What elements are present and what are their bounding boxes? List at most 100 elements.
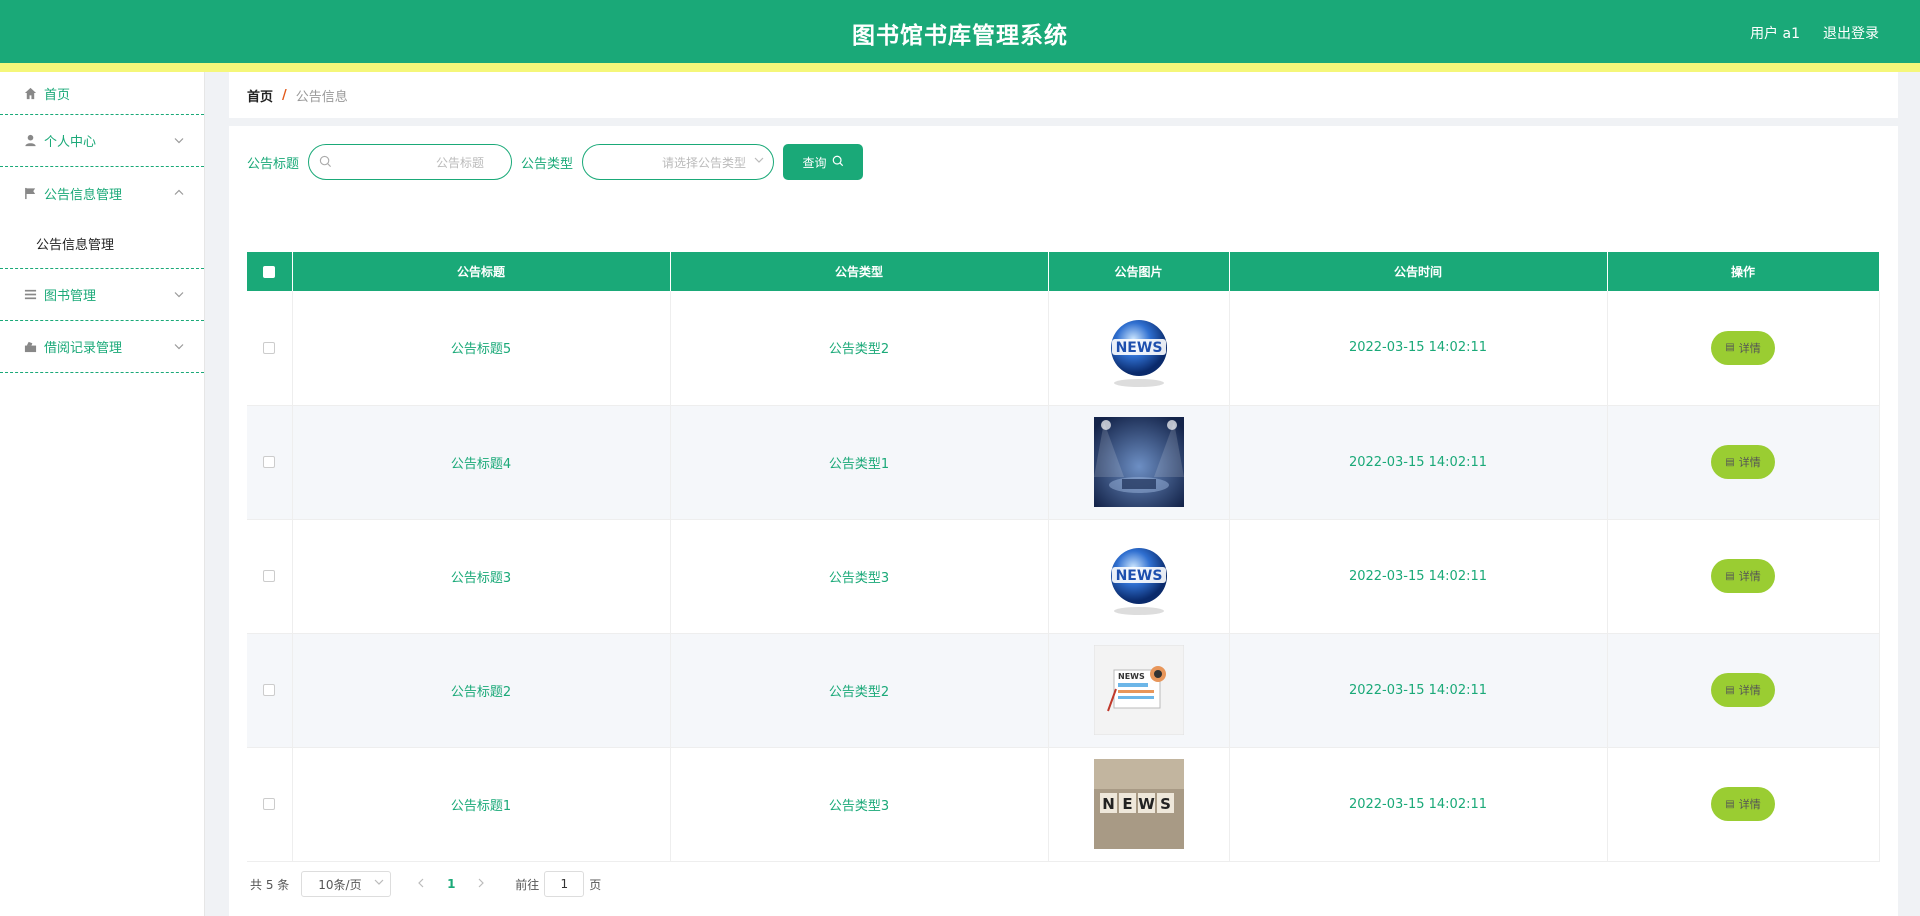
select-all-header xyxy=(247,252,293,291)
svg-text:W: W xyxy=(1138,795,1155,813)
globe-news-image: NEWS xyxy=(1110,319,1167,387)
chevron-up-icon xyxy=(174,188,184,199)
goto-page-input[interactable]: 1 xyxy=(544,871,585,897)
title-filter-label: 公告标题 xyxy=(247,156,300,172)
cell-image xyxy=(1048,405,1230,520)
col-header-action: 操作 xyxy=(1607,252,1880,291)
document-icon: ▤ xyxy=(1725,570,1735,582)
sidebar-item-book-management[interactable]: 图书管理 xyxy=(0,269,204,321)
chevron-down-icon xyxy=(174,341,184,352)
detail-button[interactable]: ▤ 详情 xyxy=(1711,673,1775,707)
table-row: 公告标题2 公告类型2 NEWS 2022-03-15 14:02:11 ▤ 详… xyxy=(247,633,1880,748)
pagination-total: 共 5 条 xyxy=(250,877,290,892)
cell-action: ▤ 详情 xyxy=(1607,633,1880,748)
sidebar-subitem-notice-management[interactable]: 公告信息管理 xyxy=(0,219,204,269)
detail-button-label: 详情 xyxy=(1738,456,1761,469)
sidebar-item-personal-center[interactable]: 个人中心 xyxy=(0,115,204,167)
detail-button[interactable]: ▤ 详情 xyxy=(1711,787,1775,821)
detail-button-label: 详情 xyxy=(1738,341,1761,355)
cell-title: 公告标题3 xyxy=(292,519,671,634)
chevron-down-icon xyxy=(174,289,184,300)
cell-image: NEWS xyxy=(1048,519,1230,634)
sidebar: 首页 个人中心 公告信息管理 公告信息管理 图书管理 借阅记录管理 xyxy=(0,72,205,916)
svg-text:NEWS: NEWS xyxy=(1118,672,1145,681)
detail-button[interactable]: ▤ 详情 xyxy=(1711,445,1775,479)
detail-button-label: 详情 xyxy=(1738,684,1761,697)
document-icon: ▤ xyxy=(1725,684,1735,696)
list-icon xyxy=(23,288,37,302)
cell-type: 公告类型1 xyxy=(670,405,1049,520)
cell-type: 公告类型3 xyxy=(670,519,1049,634)
svg-text:NEWS: NEWS xyxy=(1115,340,1162,356)
row-checkbox[interactable] xyxy=(263,570,276,582)
sidebar-item-borrow-records[interactable]: 借阅记录管理 xyxy=(0,321,204,373)
title-search-placeholder: 公告标题 xyxy=(436,155,485,170)
document-icon: ▤ xyxy=(1725,798,1735,810)
app-title: 图书馆书库管理系统 xyxy=(852,23,1068,49)
globe-news-image: NEWS xyxy=(1110,548,1167,615)
search-icon xyxy=(832,155,844,170)
cell-image: NEWS xyxy=(1048,291,1230,406)
table-header-row: 公告标题 公告类型 公告图片 公告时间 操作 xyxy=(247,252,1880,291)
svg-text:N: N xyxy=(1102,795,1115,813)
goto-label: 前往 xyxy=(515,877,540,892)
sidebar-item-label: 公告信息管理 xyxy=(44,187,123,203)
sidebar-item-label: 借阅记录管理 xyxy=(44,341,123,356)
chevron-down-icon xyxy=(374,877,384,888)
main-panel: 公告标题 公告标题 公告类型 请选择公告类型 查询 公告标题 公告类型 公告图片… xyxy=(229,126,1898,916)
cell-time: 2022-03-15 14:02:11 xyxy=(1229,291,1608,406)
cell-time: 2022-03-15 14:02:11 xyxy=(1229,633,1608,748)
table-row: 公告标题1 公告类型3 N E W S 2022-03-15 14:02:11 … xyxy=(247,747,1880,862)
stage-news-image xyxy=(1093,417,1184,507)
row-checkbox[interactable] xyxy=(263,798,276,810)
page-number-current[interactable]: 1 xyxy=(433,877,469,891)
breadcrumb-home[interactable]: 首页 xyxy=(247,86,273,105)
select-all-checkbox[interactable] xyxy=(263,266,276,278)
table-row: 公告标题5 公告类型2 NEWS 2022-03-15 14:02:11 ▤ 详… xyxy=(247,291,1880,406)
breadcrumb-current: 公告信息 xyxy=(295,89,348,105)
type-select[interactable]: 请选择公告类型 xyxy=(582,144,775,180)
notice-table: 公告标题 公告类型 公告图片 公告时间 操作 公告标题5 公告类型2 NEWS … xyxy=(247,252,1880,862)
user-icon xyxy=(23,134,37,148)
detail-button-label: 详情 xyxy=(1738,798,1761,811)
prev-page-icon[interactable] xyxy=(409,877,433,891)
pagination: 共 5 条 10条/页 1 前往 1 页 xyxy=(250,871,601,897)
chevron-down-icon xyxy=(174,135,184,146)
cell-title: 公告标题1 xyxy=(292,747,671,862)
home-icon xyxy=(23,86,37,100)
detail-button[interactable]: ▤ 详情 xyxy=(1711,330,1775,365)
sidebar-item-label: 个人中心 xyxy=(44,135,97,150)
sidebar-item-notice-management[interactable]: 公告信息管理 xyxy=(0,167,204,219)
header-strip xyxy=(0,63,1920,72)
cell-time: 2022-03-15 14:02:11 xyxy=(1229,519,1608,634)
document-icon: ▤ xyxy=(1725,456,1735,468)
svg-text:E: E xyxy=(1122,795,1132,813)
query-button[interactable]: 查询 xyxy=(783,144,864,180)
detail-button[interactable]: ▤ 详情 xyxy=(1711,559,1775,593)
logout-button[interactable]: 退出登录 xyxy=(1823,23,1879,43)
cell-type: 公告类型3 xyxy=(670,747,1049,862)
cell-image: NEWS xyxy=(1048,633,1230,748)
row-checkbox[interactable] xyxy=(263,341,276,354)
next-page-icon[interactable] xyxy=(469,877,493,891)
cell-type: 公告类型2 xyxy=(670,633,1049,748)
page-size-value: 10条/页 xyxy=(318,877,362,892)
svg-text:NEWS: NEWS xyxy=(1115,568,1162,584)
title-search-input[interactable]: 公告标题 xyxy=(308,144,513,180)
type-filter-label: 公告类型 xyxy=(521,156,574,172)
cell-type: 公告类型2 xyxy=(670,291,1049,406)
row-checkbox[interactable] xyxy=(263,684,276,696)
sidebar-item-home[interactable]: 首页 xyxy=(0,72,204,115)
page-size-select[interactable]: 10条/页 xyxy=(301,871,392,897)
breadcrumb-separator: / xyxy=(282,87,287,103)
page-unit-label: 页 xyxy=(589,877,602,892)
svg-text:S: S xyxy=(1160,795,1171,813)
document-icon: ▤ xyxy=(1725,342,1735,354)
row-checkbox[interactable] xyxy=(263,456,276,468)
chevron-down-icon xyxy=(754,155,764,166)
cell-title: 公告标题2 xyxy=(292,633,671,748)
breadcrumb: 首页 / 公告信息 xyxy=(229,72,1898,118)
cell-image: N E W S xyxy=(1048,747,1230,862)
record-icon xyxy=(23,340,37,354)
user-info: 用户 a1 xyxy=(1750,26,1800,42)
